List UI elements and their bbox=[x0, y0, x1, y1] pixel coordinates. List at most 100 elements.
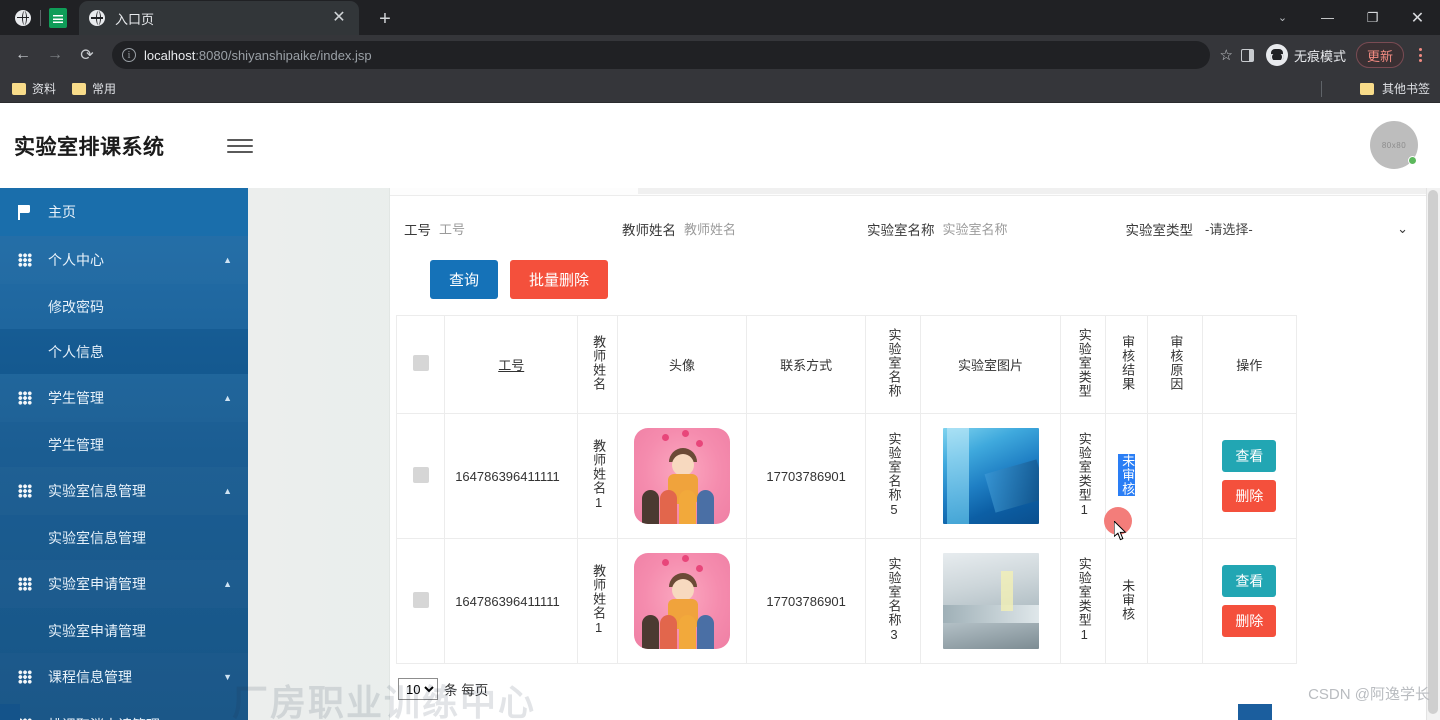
reload-button[interactable]: ⟳ bbox=[72, 40, 102, 70]
other-bookmarks-button[interactable]: 其他书签 bbox=[1359, 80, 1430, 97]
grid-icon bbox=[16, 391, 34, 405]
th-select-all[interactable] bbox=[395, 315, 446, 414]
cell-text: 教师姓名1 bbox=[591, 563, 607, 636]
back-button[interactable]: ← bbox=[8, 40, 38, 70]
table-row[interactable]: 164786396411111 教师姓名1 bbox=[395, 413, 1298, 539]
th-phone: 联系方式 bbox=[745, 315, 867, 414]
horizontal-scrollbar[interactable] bbox=[638, 188, 1426, 194]
strip-sheets-icon[interactable] bbox=[41, 0, 75, 35]
update-button[interactable]: 更新 bbox=[1355, 42, 1404, 68]
lab-type-select-wrap: -请选择- ⌄ bbox=[1201, 212, 1426, 246]
th-lab-image: 实验室图片 bbox=[919, 315, 1062, 414]
sidebar-item-personal-info[interactable]: 个人信息 bbox=[0, 329, 248, 374]
app-header: 实验室排课系统 80x80 bbox=[0, 103, 1440, 188]
sidebar-item-home[interactable]: 主页 bbox=[0, 188, 248, 236]
new-tab-button[interactable]: + bbox=[369, 3, 401, 35]
cell-teacher-name: 教师姓名1 bbox=[577, 413, 619, 539]
incognito-indicator[interactable]: 无痕模式 bbox=[1265, 44, 1346, 66]
bookmark-star-icon[interactable]: ☆ bbox=[1220, 46, 1233, 64]
cell-operations: 查看 删除 bbox=[1201, 538, 1298, 664]
row-checkbox[interactable] bbox=[412, 466, 429, 483]
filter-label-employee-id: 工号 bbox=[404, 223, 431, 238]
browser-menu-button[interactable] bbox=[1408, 42, 1432, 68]
delete-button[interactable]: 删除 bbox=[1222, 480, 1277, 512]
bookmarks-divider bbox=[1321, 80, 1322, 97]
browser-toolbar: ← → ⟳ i localhost:8080/shiyanshipaike/in… bbox=[0, 35, 1440, 75]
cell-audit-result[interactable]: 未审核 bbox=[1105, 413, 1149, 539]
sidebar-item-personal-center[interactable]: 个人中心 ▲ bbox=[0, 236, 248, 284]
folder-icon bbox=[72, 82, 87, 95]
cell-text: 实验室类型1 bbox=[1076, 431, 1092, 518]
sidebar-item-student-management[interactable]: 学生管理 ▲ bbox=[0, 374, 248, 422]
cell-audit-reason bbox=[1147, 538, 1203, 664]
row-checkbox-cell[interactable] bbox=[395, 413, 446, 539]
close-window-button[interactable]: ✕ bbox=[1395, 0, 1440, 35]
folder-icon bbox=[12, 82, 26, 95]
grid-icon bbox=[16, 253, 34, 267]
filter-label-teacher-name: 教师姓名 bbox=[622, 223, 676, 238]
select-all-checkbox[interactable] bbox=[412, 355, 429, 371]
sidebar-bottom-accent bbox=[0, 704, 20, 720]
forward-button[interactable]: → bbox=[40, 40, 70, 70]
menu-toggle-icon[interactable] bbox=[226, 138, 253, 153]
minimize-button[interactable]: — bbox=[1305, 0, 1350, 35]
strip-globe-icon[interactable] bbox=[6, 0, 40, 35]
browser-tab[interactable]: 入口页 ✕ bbox=[79, 1, 359, 35]
search-input-lab-name[interactable] bbox=[942, 212, 1118, 246]
cell-text: 实验室类型1 bbox=[1076, 556, 1092, 643]
avatar[interactable]: 80x80 bbox=[1370, 121, 1418, 169]
query-button[interactable]: 查询 bbox=[430, 260, 499, 299]
filter-group-teacher-name: 教师姓名 bbox=[614, 212, 859, 246]
sidebar-item-lab-info-management[interactable]: 实验室信息管理 ▲ bbox=[0, 467, 248, 515]
cell-lab-type: 实验室类型1 bbox=[1060, 538, 1107, 664]
page-size-select[interactable]: 10 bbox=[398, 678, 438, 700]
teacher-avatar-image bbox=[633, 428, 730, 524]
cell-lab-image bbox=[919, 538, 1062, 664]
cell-employee-id: 164786396411111 bbox=[444, 538, 579, 664]
bookmark-item-ziliao[interactable]: 资料 bbox=[12, 80, 56, 97]
sidebar-subitem-lab-info-management[interactable]: 实验室信息管理 bbox=[0, 515, 248, 560]
tab-close-icon[interactable]: ✕ bbox=[329, 8, 349, 28]
sidebar-subitem-student-management[interactable]: 学生管理 bbox=[0, 422, 248, 467]
table-head: 工号 教师姓名 头像 联系方式 实验室名称 实验室图片 实验室类型 审核结果 审… bbox=[395, 315, 1298, 414]
url-path: :8080/shiyanshipaike/index.jsp bbox=[195, 47, 372, 63]
pagination: 10 条 每页 bbox=[390, 664, 1440, 700]
lab-type-select[interactable]: -请选择- bbox=[1201, 212, 1426, 246]
maximize-button[interactable]: ❐ bbox=[1350, 0, 1395, 35]
table-row[interactable]: 164786396411111 教师姓名1 bbox=[395, 538, 1298, 664]
sidebar-item-change-password[interactable]: 修改密码 bbox=[0, 284, 248, 329]
search-input-employee-id[interactable] bbox=[439, 212, 614, 246]
chevron-up-icon: ▲ bbox=[223, 579, 232, 589]
globe-icon bbox=[15, 9, 31, 26]
delete-button[interactable]: 删除 bbox=[1222, 605, 1277, 637]
row-checkbox[interactable] bbox=[412, 591, 429, 608]
th-avatar: 头像 bbox=[617, 315, 747, 414]
tab-favicon-globe-icon bbox=[89, 10, 105, 26]
th-label: 头像 bbox=[668, 358, 695, 373]
th-label: 实验室类型 bbox=[1076, 328, 1092, 398]
bookmark-item-changyong[interactable]: 常用 bbox=[72, 80, 116, 97]
tab-search-chevron-icon[interactable]: ⌄ bbox=[1260, 0, 1305, 35]
audit-result-selected-text: 未审核 bbox=[1118, 453, 1136, 496]
site-info-icon[interactable]: i bbox=[122, 48, 136, 62]
batch-delete-button[interactable]: 批量删除 bbox=[510, 260, 609, 299]
view-button[interactable]: 查看 bbox=[1222, 565, 1277, 597]
filter-group-lab-name: 实验室名称 bbox=[859, 212, 1118, 246]
th-label: 联系方式 bbox=[780, 358, 833, 373]
search-input-teacher-name[interactable] bbox=[684, 212, 859, 246]
row-checkbox-cell[interactable] bbox=[395, 538, 446, 664]
filter-label-lab-name: 实验室名称 bbox=[867, 223, 935, 238]
address-bar[interactable]: i localhost:8080/shiyanshipaike/index.js… bbox=[112, 41, 1210, 69]
sidebar-item-schedule-cancel-management[interactable]: 排课取消申请管理 ▼ bbox=[0, 701, 248, 720]
sidebar-item-lab-apply-management[interactable]: 实验室申请管理 ▲ bbox=[0, 560, 248, 608]
main-content: 工号 教师姓名 实验室名称 实验室类型 bbox=[248, 188, 1440, 720]
sidebar-item-course-info-management[interactable]: 课程信息管理 ▼ bbox=[0, 653, 248, 701]
cell-lab-name: 实验室名称3 bbox=[865, 538, 921, 664]
cell-lab-name: 实验室名称5 bbox=[865, 413, 921, 539]
sidebar-item-label: 实验室信息管理 bbox=[48, 483, 146, 499]
side-panel-icon[interactable] bbox=[1240, 48, 1254, 62]
view-button[interactable]: 查看 bbox=[1222, 440, 1277, 472]
vertical-scrollbar-thumb[interactable] bbox=[1428, 190, 1438, 714]
vertical-scrollbar[interactable] bbox=[1426, 188, 1440, 720]
sidebar-subitem-lab-apply-management[interactable]: 实验室申请管理 bbox=[0, 608, 248, 653]
